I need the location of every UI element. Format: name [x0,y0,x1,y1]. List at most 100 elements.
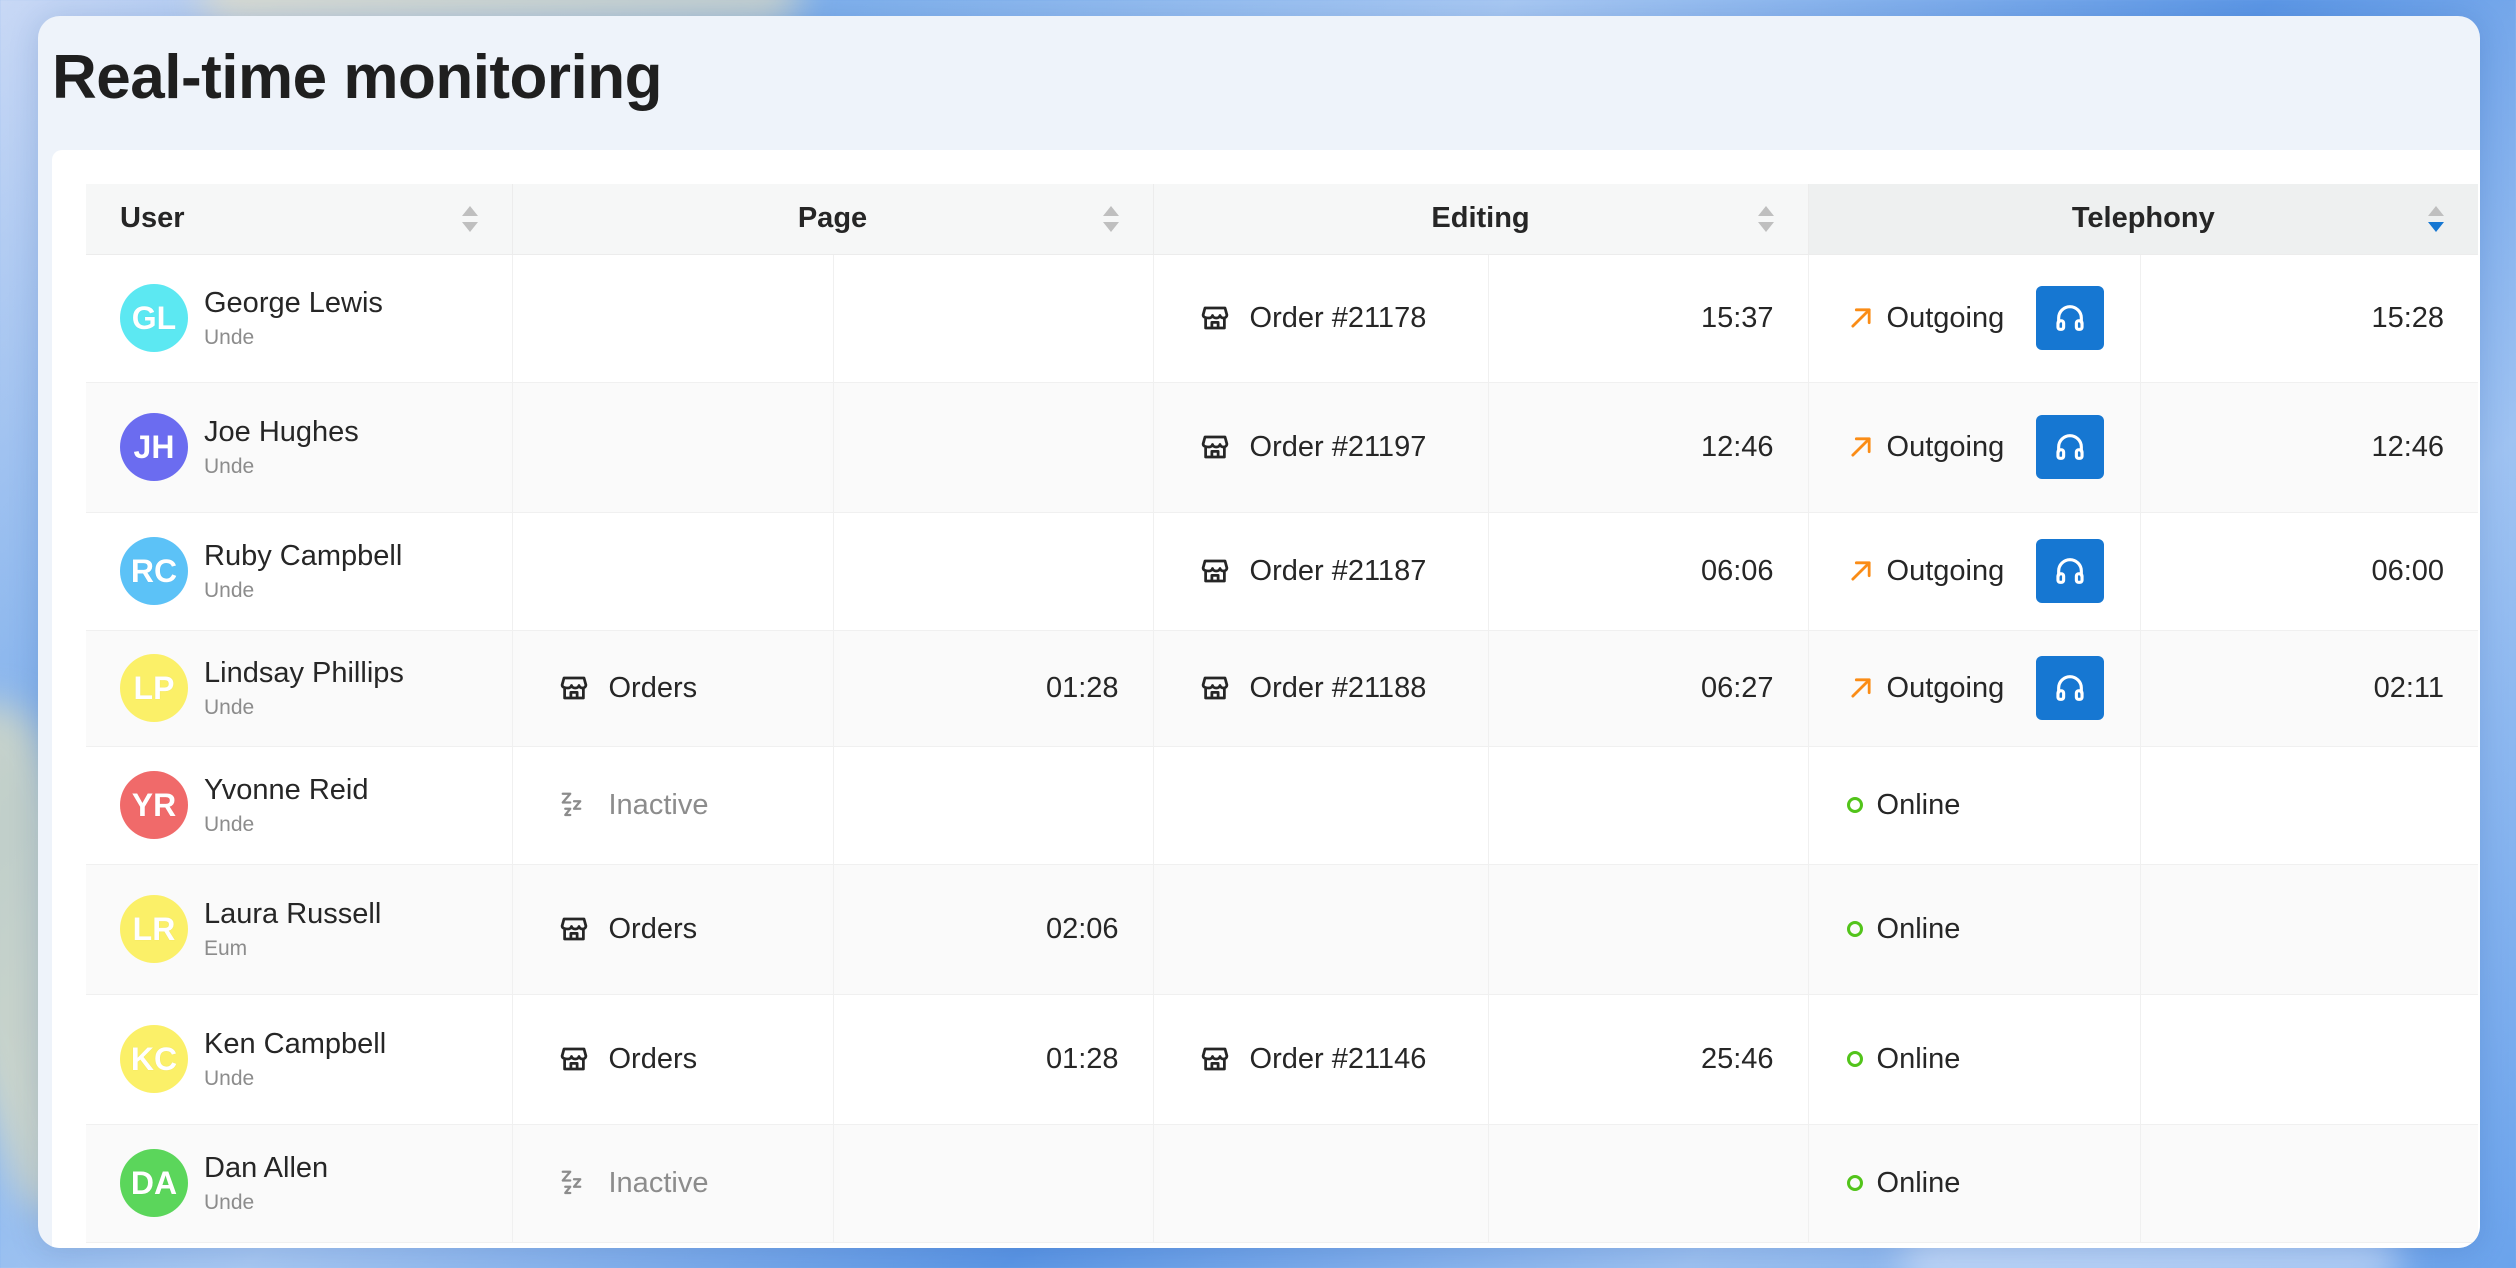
sort-icon[interactable] [461,205,478,232]
telephony-cell: Outgoing [1807,254,2141,383]
sort-descending-icon[interactable] [2428,205,2445,232]
user-cell: LR Laura Russell Eum [86,864,512,995]
page-time: 02:06 [832,864,1154,995]
store-icon [1200,673,1230,703]
listen-call-button[interactable] [2036,286,2105,350]
user-cell: DA Dan Allen Unde [86,1124,512,1243]
outgoing-arrow-icon [1850,308,1871,328]
editing-time [1487,864,1809,995]
editing-time: 06:06 [1487,512,1809,631]
store-icon [559,1044,589,1074]
outgoing-arrow-icon [1850,561,1871,581]
page-time [832,254,1154,383]
table-row[interactable]: GL George Lewis Unde Order #21178 15:37 … [86,254,2479,383]
page-cell [511,512,833,631]
page-time [832,746,1154,865]
editing-document[interactable]: Order #21197 [1250,431,1427,464]
avatar: JH [120,413,188,481]
user-cell: YR Yvonne Reid Unde [86,746,512,865]
avatar: DA [120,1149,188,1217]
sleep-icon [559,1168,589,1198]
table-row[interactable]: KC Ken Campbell Unde Orders 01:28 Order … [86,994,2479,1125]
editing-time: 25:46 [1487,994,1809,1125]
page-name: Orders [608,912,698,945]
store-icon [559,673,589,703]
page-cell [511,254,833,383]
user-subtitle: Unde [204,455,255,479]
editing-document[interactable]: Order #21187 [1250,555,1427,588]
telephony-time [2139,746,2479,865]
table-header-row: User Page Editing Telephony [86,184,2479,255]
telephony-cell: Online [1807,1124,2141,1243]
avatar: YR [120,771,188,839]
user-name: Ruby Campbell [204,539,403,572]
column-header-user[interactable]: User [86,184,512,255]
avatar: RC [120,537,188,605]
avatar: KC [120,1025,188,1093]
online-status-icon [1846,1051,1863,1067]
user-subtitle: Eum [204,937,248,961]
call-status: Online [1876,912,1961,945]
editing-cell: Order #21146 [1152,994,1489,1125]
editing-document[interactable]: Order #21188 [1250,672,1427,705]
telephony-time [2139,1124,2479,1243]
table-row[interactable]: YR Yvonne Reid Unde Inactive Online [86,746,2479,865]
telephony-time: 15:28 [2139,254,2479,383]
user-subtitle: Unde [204,813,255,837]
page-time: 01:28 [832,994,1154,1125]
page-cell: Inactive [511,746,833,865]
avatar: LP [120,654,188,722]
user-subtitle: Unde [204,579,255,603]
call-status: Outgoing [1886,671,2005,704]
online-status-icon [1846,1175,1863,1191]
editing-cell: Order #21178 [1152,254,1489,383]
page-cell: Orders [511,994,833,1125]
table-row[interactable]: JH Joe Hughes Unde Order #21197 12:46 Ou… [86,382,2479,513]
editing-document[interactable]: Order #21178 [1250,302,1427,335]
listen-call-button[interactable] [2036,539,2105,603]
page-cell: Orders [511,630,833,747]
sleep-icon [559,790,589,820]
outgoing-arrow-icon [1850,678,1871,698]
sort-icon[interactable] [1757,205,1774,232]
call-status: Online [1876,1166,1961,1199]
listen-call-button[interactable] [2036,656,2105,720]
editing-cell: Order #21197 [1152,382,1489,513]
app-window: Real-time monitoring User Page Editing T… [38,16,2480,1248]
sort-icon[interactable] [1102,205,1119,232]
editing-time [1487,746,1809,865]
monitoring-table: User Page Editing Telephony GL George Le… [86,184,2479,1243]
store-icon [1200,556,1230,586]
call-status: Outgoing [1886,301,2005,334]
column-header-editing[interactable]: Editing [1152,184,1809,255]
user-subtitle: Unde [204,696,255,720]
user-subtitle: Unde [204,1067,255,1091]
page-name: Inactive [608,1166,709,1199]
table-row[interactable]: RC Ruby Campbell Unde Order #21187 06:06… [86,512,2479,631]
page-title: Real-time monitoring [52,43,663,112]
telephony-time: 02:11 [2139,630,2479,747]
store-icon [1200,1044,1230,1074]
column-header-telephony[interactable]: Telephony [1807,184,2479,255]
page-cell: Orders [511,864,833,995]
listen-call-button[interactable] [2036,415,2105,479]
store-icon [1200,432,1230,462]
telephony-cell: Online [1807,994,2141,1125]
editing-time [1487,1124,1809,1243]
editing-document[interactable]: Order #21146 [1250,1043,1427,1076]
page-name: Orders [608,1042,698,1075]
avatar: GL [120,284,188,352]
page-time [832,382,1154,513]
monitoring-panel: User Page Editing Telephony GL George Le… [52,150,2480,1248]
editing-time: 06:27 [1487,630,1809,747]
column-header-page[interactable]: Page [511,184,1154,255]
telephony-cell: Outgoing [1807,512,2141,631]
user-name: Lindsay Phillips [204,656,404,689]
headphones-icon [2053,671,2087,705]
page-time [832,1124,1154,1243]
user-cell: JH Joe Hughes Unde [86,382,512,513]
table-row[interactable]: LR Laura Russell Eum Orders 02:06 Online [86,864,2479,995]
table-row[interactable]: DA Dan Allen Unde Inactive Online [86,1124,2479,1243]
editing-cell: Order #21188 [1152,630,1489,747]
table-row[interactable]: LP Lindsay Phillips Unde Orders 01:28 Or… [86,630,2479,747]
